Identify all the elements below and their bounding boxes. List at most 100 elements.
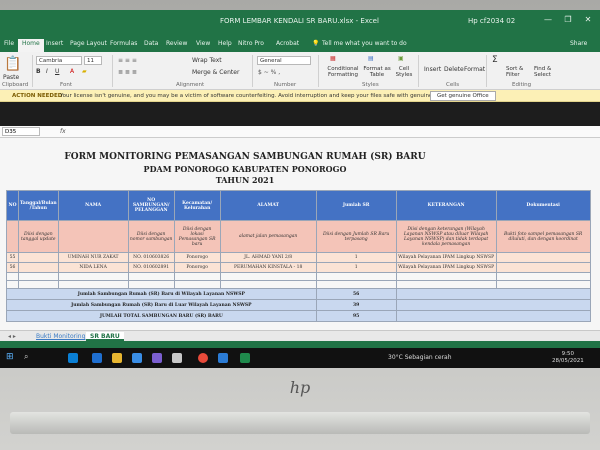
wrap-text-button[interactable]: Wrap Text [192, 57, 222, 64]
tab-page-layout[interactable]: Page Layout [70, 40, 107, 47]
cell-documentation[interactable] [495, 262, 591, 273]
cell-date[interactable] [18, 262, 59, 273]
cell-address[interactable]: JL. AHMAD YANI 2/8 [219, 252, 317, 263]
weather-widget[interactable]: 30°C Sebagian cerah [388, 354, 452, 361]
cell-date[interactable] [18, 252, 59, 263]
column-header[interactable]: KETERANGAN [395, 190, 497, 221]
sheet-tab-sr-baru[interactable]: SR BARU [86, 332, 124, 341]
bold-button[interactable]: B [36, 68, 41, 75]
total-label[interactable]: Jumlah Sambungan Rumah (SR) Baru di Wila… [6, 288, 317, 300]
empty-cell[interactable] [6, 272, 19, 281]
empty-cell[interactable] [173, 272, 221, 281]
empty-cell[interactable] [315, 272, 397, 281]
cell-name[interactable]: NIDA LENA [57, 262, 129, 273]
cell-district[interactable]: Ponorogo [173, 262, 221, 273]
column-header[interactable]: NO [6, 190, 19, 221]
tab-view[interactable]: View [196, 40, 210, 47]
currency-icon[interactable]: $ ~ % , [258, 69, 280, 76]
fx-icon[interactable]: fx [60, 128, 66, 135]
align-center-icon[interactable]: ≣ ≣ ≣ [118, 69, 137, 76]
align-icon[interactable]: ≡ ≡ ≡ [118, 57, 137, 64]
tab-acrobat[interactable]: Acrobat [276, 40, 299, 47]
empty-cell[interactable] [219, 280, 317, 289]
task-view-icon[interactable] [68, 353, 78, 363]
tab-home[interactable]: Home [18, 39, 44, 52]
app-icon[interactable] [172, 353, 182, 363]
empty-cell[interactable] [57, 280, 129, 289]
column-header[interactable]: ALAMAT [219, 190, 317, 221]
total-label[interactable]: JUMLAH TOTAL SAMBUNGAN BARU (SR) BARU [6, 310, 317, 322]
column-header[interactable]: Dokumentasi [495, 190, 591, 221]
empty-cell[interactable] [57, 272, 129, 281]
paste-icon[interactable]: 📋 [4, 56, 21, 72]
word-icon[interactable] [218, 353, 228, 363]
total-value[interactable]: 95 [315, 310, 397, 322]
file-explorer-icon[interactable] [112, 353, 122, 363]
column-header[interactable]: Tanggal/Bulan /Tahun [18, 190, 59, 221]
column-header[interactable]: Jumlah SR [315, 190, 397, 221]
conditional-formatting-button[interactable]: Conditional Formatting [326, 66, 360, 78]
cell-name[interactable]: UMINAH NUR ZAKAT [57, 252, 129, 263]
empty-cell[interactable] [127, 280, 175, 289]
restore-button[interactable]: ❐ [560, 15, 576, 27]
font-size-select[interactable]: 11 [84, 56, 102, 65]
store-icon[interactable] [132, 353, 142, 363]
cell-sr-count[interactable]: 1 [315, 252, 397, 263]
close-button[interactable]: ✕ [580, 15, 596, 27]
sheet-tab-bukti-monitoring[interactable]: Bukti Monitoring [32, 332, 89, 341]
delete-cells-button[interactable]: Delete [444, 66, 464, 73]
underline-button[interactable]: U [55, 68, 59, 75]
empty-cell[interactable] [495, 280, 591, 289]
tab-review[interactable]: Review [166, 40, 187, 47]
cell-note[interactable]: Wilayah Pelayanan IPAM Lingkup NSWSP [395, 262, 497, 273]
share-button[interactable]: Share [570, 40, 587, 47]
empty-cell[interactable] [495, 272, 591, 281]
empty-cell[interactable] [395, 288, 591, 300]
total-value[interactable]: 56 [315, 288, 397, 300]
sort-filter-button[interactable]: Sort & Filter [506, 66, 534, 78]
get-genuine-office-button[interactable]: Get genuine Office [430, 91, 496, 101]
cell-sr-count[interactable]: 1 [315, 262, 397, 273]
cell-district[interactable]: Ponorogo [173, 252, 221, 263]
cell-connection-no[interactable]: NO. 010603826 [127, 252, 175, 263]
empty-cell[interactable] [173, 280, 221, 289]
italic-button[interactable]: I [46, 68, 48, 75]
tab-formulas[interactable]: Formulas [110, 40, 137, 47]
instruction-cell[interactable]: Bukti foto sampel pemasangan SR diluluti… [495, 220, 591, 253]
cell-documentation[interactable] [495, 252, 591, 263]
empty-cell[interactable] [315, 280, 397, 289]
autosum-icon[interactable]: Σ [492, 55, 498, 65]
empty-cell[interactable] [18, 280, 59, 289]
instruction-cell[interactable]: Diisi dengan Jumlah SR Baru terpasang [315, 220, 397, 253]
excel-icon[interactable] [240, 353, 250, 363]
cell-address[interactable]: PERUMAHAN KINSTALA - 18 [219, 262, 317, 273]
name-box[interactable]: D35 [2, 127, 40, 136]
instruction-cell[interactable]: Diisi dengan nomor sambungan [127, 220, 175, 253]
user-name[interactable]: Hp cf2034 02 [468, 17, 515, 25]
find-select-button[interactable]: Find & Select [534, 66, 562, 78]
instruction-cell[interactable] [57, 220, 129, 253]
conditional-formatting-icon[interactable]: ▦ [330, 55, 336, 62]
number-format-select[interactable]: General [257, 56, 311, 65]
empty-cell[interactable] [395, 299, 591, 311]
search-icon[interactable]: ⌕ [24, 352, 34, 362]
format-table-button[interactable]: Format as Table [362, 66, 392, 78]
paste-button[interactable]: Paste [3, 74, 19, 81]
instruction-cell[interactable]: Diisi dengan tanggal update [18, 220, 59, 253]
system-clock[interactable]: 9:50 28/05/2021 [552, 351, 584, 365]
empty-cell[interactable] [6, 280, 19, 289]
font-color-icon[interactable]: A [70, 68, 74, 75]
cell-styles-button[interactable]: Cell Styles [394, 66, 414, 78]
fill-color-icon[interactable]: ▰ [82, 68, 87, 75]
cell-note[interactable]: Wilayah Pelayanan IPAM Lingkup NSWSP [395, 252, 497, 263]
column-header[interactable]: NO SAMBUNGAN/ PELANGGAN [127, 190, 175, 221]
tab-insert[interactable]: Insert [46, 40, 63, 47]
empty-cell[interactable] [219, 272, 317, 281]
windows-start-icon[interactable]: ⊞ [6, 352, 16, 362]
tab-data[interactable]: Data [144, 40, 158, 47]
chrome-icon[interactable] [198, 353, 208, 363]
format-cells-button[interactable]: Format [464, 66, 485, 73]
app-icon[interactable] [152, 353, 162, 363]
minimize-button[interactable]: — [540, 15, 556, 27]
instruction-cell[interactable]: alamat jalan pemasangan [219, 220, 317, 253]
